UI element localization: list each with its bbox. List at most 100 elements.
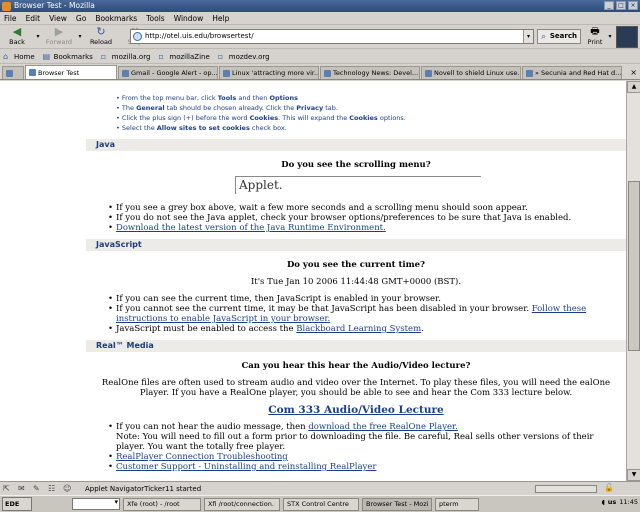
mail-icon[interactable]: ✉ xyxy=(18,484,30,494)
lecture-link-wrap: Com 333 Audio/Video Lecture xyxy=(86,404,626,416)
menu-edit[interactable]: Edit xyxy=(26,14,41,23)
media-bullet: RealPlayer Connection Troubleshooting xyxy=(108,452,620,462)
bookmark-page-icon: ▫ xyxy=(158,52,164,61)
tab-page-icon xyxy=(29,69,36,76)
url-bar[interactable]: http://otel.uis.edu/browsertest/ ▾ xyxy=(130,29,534,44)
start-menu-button[interactable]: EDE xyxy=(2,497,32,511)
javascript-question: Do you see the current time? xyxy=(286,260,426,270)
download-jre-link[interactable]: Download the latest version of the Java … xyxy=(116,223,386,233)
reload-button[interactable]: ↻ Reload xyxy=(84,25,118,49)
search-button[interactable]: ⌕ Search xyxy=(537,29,581,44)
taskbar-browser-test[interactable]: Browser Test - Mozi xyxy=(362,497,432,511)
tab-page-icon xyxy=(425,69,432,77)
navigator-icon[interactable]: ⇱ xyxy=(3,484,15,494)
taskbar-xfi[interactable]: Xfi /root/connection. xyxy=(204,497,280,511)
tab-linux-attracting[interactable]: Linux 'attracting more vir... xyxy=(219,66,319,79)
addressbook-icon[interactable]: ☷ xyxy=(48,484,60,494)
close-button[interactable]: × xyxy=(628,1,638,10)
bookmark-mozillazine[interactable]: ▫ mozillaZine xyxy=(158,52,209,61)
print-button[interactable]: 🖶 Print xyxy=(584,25,606,49)
menu-tools[interactable]: Tools xyxy=(146,14,164,23)
tab-technology-news[interactable]: Technology News: Devel... xyxy=(320,66,420,79)
menu-view[interactable]: View xyxy=(49,14,67,23)
page-content: From the top menu bar, click Tools and t… xyxy=(0,81,626,481)
maximize-button[interactable]: □ xyxy=(616,1,626,10)
java-question: Do you see the scrolling menu? xyxy=(281,160,431,170)
forward-button[interactable]: ▶ Forward xyxy=(42,25,76,49)
close-tab-icon[interactable]: × xyxy=(630,68,637,77)
mozilla-throbber-icon[interactable] xyxy=(616,26,638,48)
back-arrow-icon: ◀ xyxy=(12,24,22,38)
tab-bar: Browser Test Gmail - Google Alert - op..… xyxy=(0,65,640,80)
tab-page-icon xyxy=(223,69,230,77)
minimize-button[interactable]: _ xyxy=(604,1,614,10)
tab-label: Technology News: Devel... xyxy=(333,69,419,77)
reload-icon: ↻ xyxy=(96,24,106,38)
scroll-up-arrow-icon[interactable]: ▲ xyxy=(627,81,640,93)
media-question: Can you hear this hear the Audio/Video l… xyxy=(241,361,471,371)
speaker-icon[interactable]: ◖ xyxy=(601,498,604,506)
menu-window[interactable]: Window xyxy=(174,14,204,23)
com333-lecture-link[interactable]: Com 333 Audio/Video Lecture xyxy=(268,404,443,416)
window-titlebar: Browser Test - Mozilla _ □ × xyxy=(0,0,640,12)
workspace-selector[interactable] xyxy=(72,498,120,510)
real-media-section-header: Real™ Media xyxy=(86,340,626,352)
menu-go[interactable]: Go xyxy=(76,14,86,23)
mozilla-app-icon xyxy=(2,1,11,11)
menu-bookmarks[interactable]: Bookmarks xyxy=(95,14,137,23)
cookie-step: The General tab should be chosen already… xyxy=(116,103,626,113)
media-bullet: Customer Support - Uninstalling and rein… xyxy=(108,462,620,472)
new-tab-icon xyxy=(6,69,13,77)
bookmark-mozdev[interactable]: ▫ mozdev.org xyxy=(218,52,270,61)
composer-icon[interactable]: ✎ xyxy=(33,484,45,494)
irc-chat-icon[interactable]: ☺ xyxy=(63,484,75,494)
realplayer-troubleshooting-link[interactable]: RealPlayer Connection Troubleshooting xyxy=(116,452,288,462)
status-message: Applet NavigatorTicker11 started xyxy=(85,484,202,493)
menu-file[interactable]: File xyxy=(4,14,17,23)
url-history-dropdown[interactable]: ▾ xyxy=(523,30,533,43)
scrollbar-thumb[interactable] xyxy=(628,181,640,351)
print-dropdown[interactable]: ▾ xyxy=(606,33,614,40)
clock: 11:45 xyxy=(619,498,638,506)
tab-page-icon xyxy=(122,69,129,77)
vertical-scrollbar[interactable]: ▲ ▼ xyxy=(626,81,640,481)
download-realone-link[interactable]: download the free RealOne Player. xyxy=(308,422,458,432)
taskbar-pterm[interactable]: pterm xyxy=(435,497,479,511)
tab-secunia[interactable]: » Secunia and Red Hat d... xyxy=(522,66,622,79)
bookmark-bookmarks[interactable]: ▤ Bookmarks xyxy=(43,52,93,61)
status-bar: ⇱ ✉ ✎ ☷ ☺ Applet NavigatorTicker11 start… xyxy=(0,481,640,495)
scroll-down-arrow-icon[interactable]: ▼ xyxy=(627,469,640,481)
tab-gmail[interactable]: Gmail - Google Alert - op... xyxy=(118,66,218,79)
tab-novell[interactable]: Novell to shield Linux use... xyxy=(421,66,521,79)
javascript-section-header: JavaScript xyxy=(86,239,626,251)
keyboard-layout[interactable]: us xyxy=(608,498,617,506)
forward-history-dropdown[interactable]: ▾ xyxy=(76,33,84,40)
new-tab-button[interactable] xyxy=(2,66,24,79)
desktop-taskbar: EDE Xfe (root) - /root Xfi /root/connect… xyxy=(0,495,640,512)
tab-page-icon xyxy=(526,69,533,77)
back-label: Back xyxy=(9,37,25,46)
bookmark-home[interactable]: ⌂ Home xyxy=(3,52,35,61)
cookie-steps-list: From the top menu bar, click Tools and t… xyxy=(0,93,626,133)
tab-label: Linux 'attracting more vir... xyxy=(232,69,319,77)
java-applet[interactable]: Applet. xyxy=(235,176,481,194)
menu-help[interactable]: Help xyxy=(212,14,229,23)
back-button[interactable]: ◀ Back xyxy=(0,25,34,49)
customer-support-link[interactable]: Customer Support - Uninstalling and rein… xyxy=(116,462,376,472)
bookmark-mozilla-org[interactable]: ▫ mozilla.org xyxy=(101,52,151,61)
tab-label: Browser Test xyxy=(38,68,80,77)
search-icon: ⌕ xyxy=(541,32,547,42)
back-history-dropdown[interactable]: ▾ xyxy=(34,33,42,40)
taskbar-stx-control[interactable]: STX Control Centre xyxy=(283,497,359,511)
taskbar-xfe[interactable]: Xfe (root) - /root xyxy=(123,497,201,511)
media-bullet: If you can not hear the audio message, t… xyxy=(108,422,620,452)
blackboard-link[interactable]: Blackboard Learning System xyxy=(296,324,421,334)
reload-label: Reload xyxy=(89,37,113,46)
tab-browser-test[interactable]: Browser Test xyxy=(25,65,117,79)
navigation-toolbar: ◀ Back ▾ ▶ Forward ▾ ↻ Reload ✖ Stop htt… xyxy=(0,25,640,49)
cookie-step: Click the plus sign (+) before the word … xyxy=(116,113,626,123)
menu-bar: File Edit View Go Bookmarks Tools Window… xyxy=(0,12,640,25)
printer-icon: 🖶 xyxy=(590,26,600,37)
forward-label: Forward xyxy=(45,37,73,46)
current-time-text: It's Tue Jan 10 2006 11:44:48 GMT+0000 (… xyxy=(250,277,462,287)
